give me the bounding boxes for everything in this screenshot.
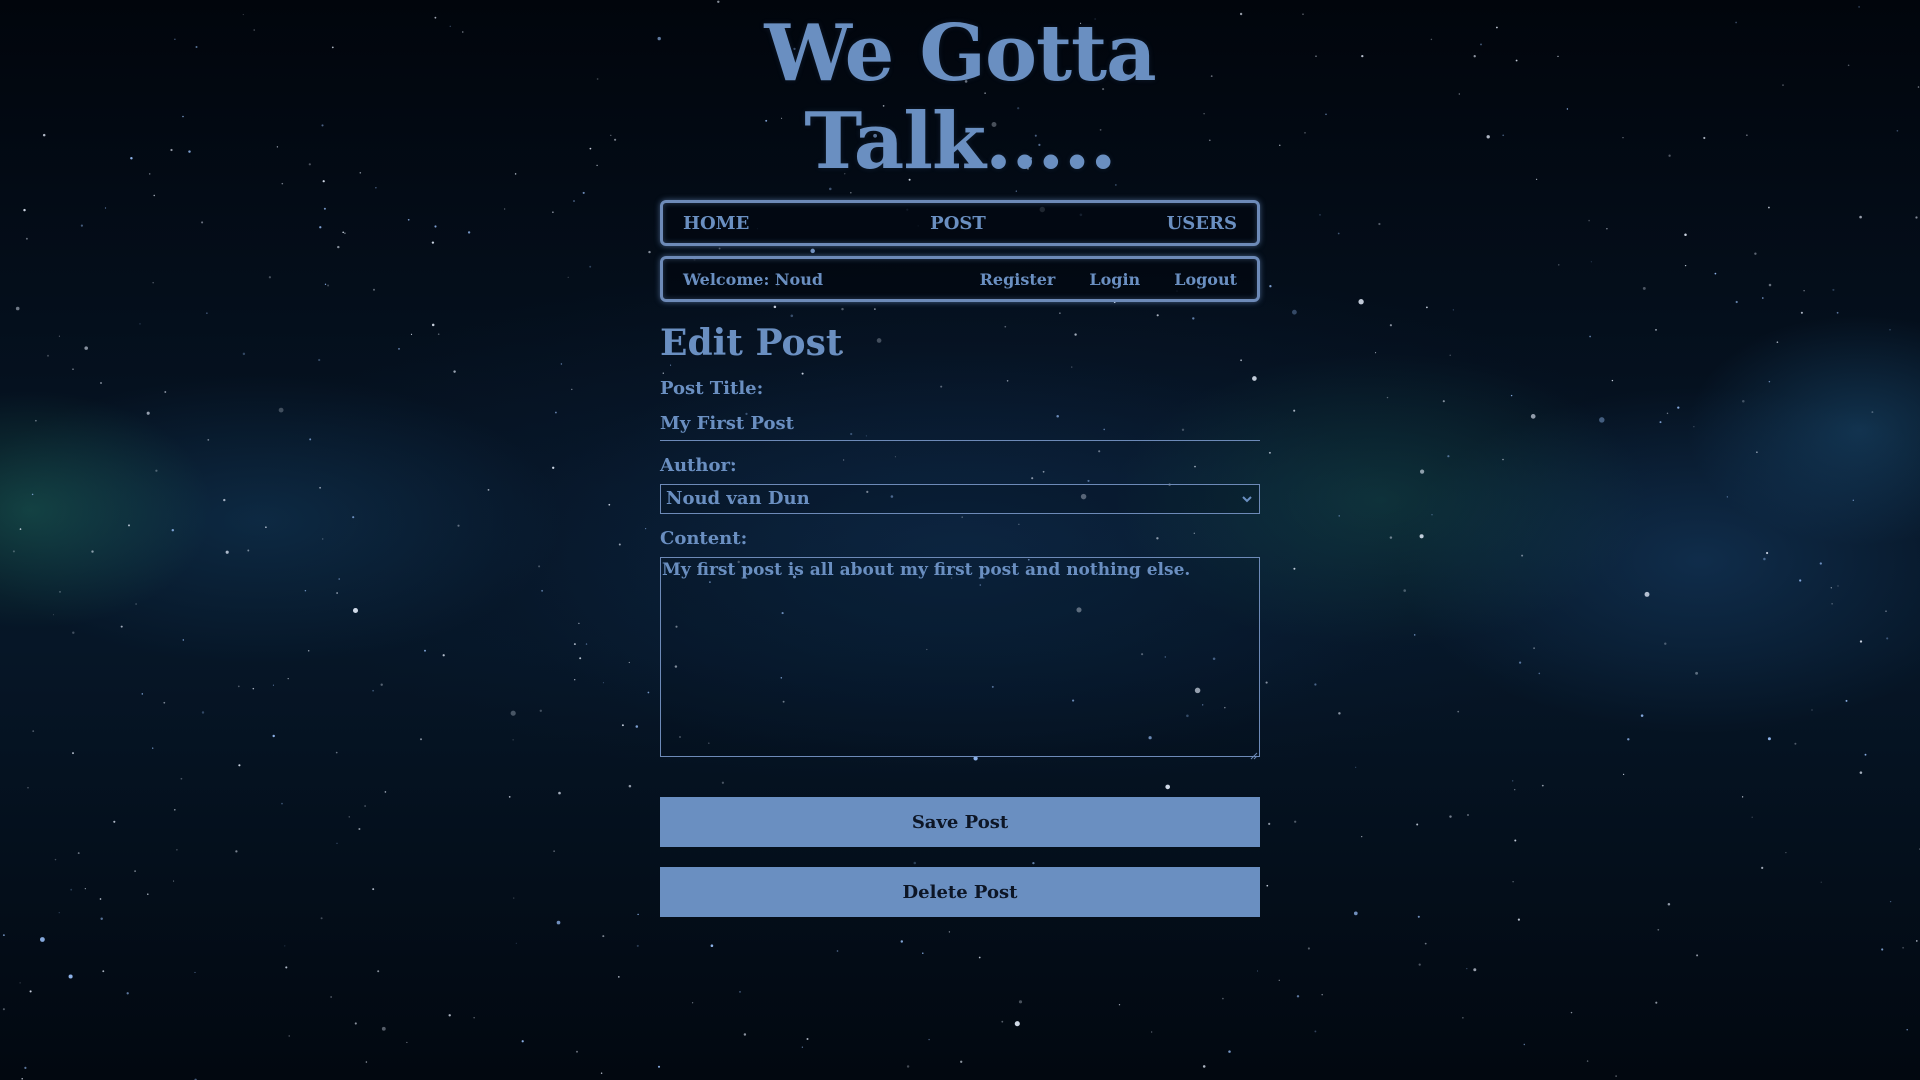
user-bar: Welcome: Noud Register Login Logout <box>660 256 1260 302</box>
author-selected-value: Noud van Dun <box>666 488 810 509</box>
delete-post-button[interactable]: Delete Post <box>660 867 1260 917</box>
logout-link[interactable]: Logout <box>1174 270 1237 289</box>
content-label: Content: <box>660 528 748 549</box>
login-link[interactable]: Login <box>1089 270 1140 289</box>
save-post-button[interactable]: Save Post <box>660 797 1260 847</box>
content-textarea[interactable]: My first post is all about my first post… <box>660 557 1260 760</box>
post-title-input[interactable] <box>660 407 1260 441</box>
content-text: My first post is all about my first post… <box>662 560 1191 580</box>
main-nav: HOME POST USERS <box>660 200 1260 246</box>
chevron-down-icon <box>1241 485 1253 523</box>
resize-grip-icon[interactable] <box>1248 745 1258 760</box>
register-link[interactable]: Register <box>980 270 1056 289</box>
nav-home[interactable]: HOME <box>683 213 749 234</box>
site-title: We Gotta Talk..... <box>764 8 1156 187</box>
post-title-label: Post Title: <box>660 378 764 399</box>
page-heading: Edit Post <box>660 322 843 364</box>
nav-post[interactable]: POST <box>930 213 986 234</box>
author-label: Author: <box>660 455 737 476</box>
nav-users[interactable]: USERS <box>1167 213 1237 234</box>
page-container: We Gotta Talk..... HOME POST USERS Welco… <box>660 0 1260 917</box>
author-select[interactable]: Noud van Dun <box>660 484 1260 514</box>
welcome-text: Welcome: Noud <box>683 269 824 289</box>
auth-links: Register Login Logout <box>980 270 1237 289</box>
